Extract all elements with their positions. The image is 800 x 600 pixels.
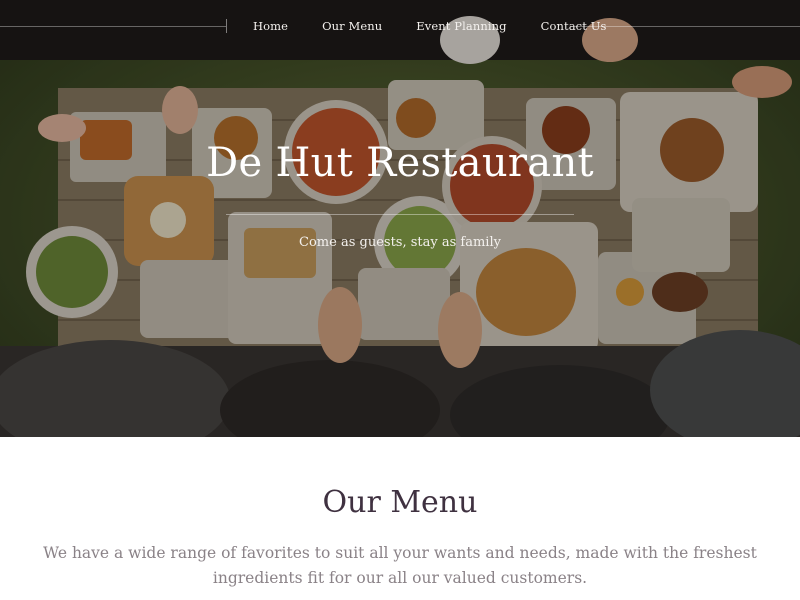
nav-divider-right xyxy=(574,26,800,27)
hero-title: De Hut Restaurant xyxy=(206,140,594,186)
hero-banner: Home Our Menu Event Planning Contact Us … xyxy=(0,0,800,437)
nav-item-event-planning[interactable]: Event Planning xyxy=(399,19,523,33)
nav-item-our-menu[interactable]: Our Menu xyxy=(305,19,399,33)
hero-tagline: Come as guests, stay as family xyxy=(299,235,501,250)
nav-separator xyxy=(226,19,227,33)
nav-divider-left xyxy=(0,26,226,27)
main-navigation: Home Our Menu Event Planning Contact Us xyxy=(0,0,800,52)
menu-section-description: We have a wide range of favorites to sui… xyxy=(43,544,757,587)
nav-links: Home Our Menu Event Planning Contact Us xyxy=(236,15,624,37)
hero-dark-overlay xyxy=(0,0,800,437)
menu-section-title: Our Menu xyxy=(322,485,478,520)
hero-divider xyxy=(226,214,574,215)
nav-item-home[interactable]: Home xyxy=(236,19,305,33)
menu-section: Our Menu We have a wide range of favorit… xyxy=(0,437,800,600)
